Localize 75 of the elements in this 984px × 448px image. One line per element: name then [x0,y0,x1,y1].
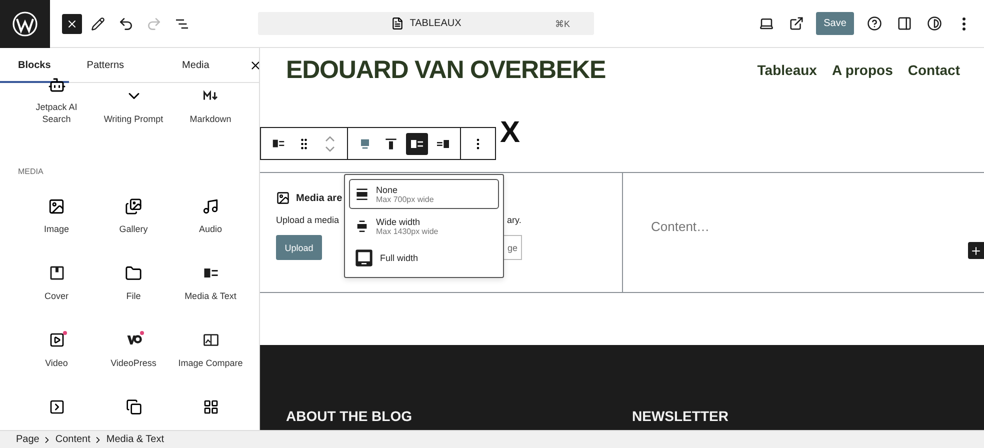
block-item[interactable] [124,196,144,216]
cover-icon [48,264,66,282]
document-icon [390,17,404,30]
help-icon [866,16,882,31]
nav-link[interactable]: Tableaux [757,62,817,78]
align-button[interactable] [406,132,428,154]
wordpress-logo-icon [12,10,38,36]
close-button[interactable] [62,14,82,34]
sidebar-tab[interactable]: Blocks [0,48,69,82]
block-label[interactable]: Video [20,357,92,369]
pages-icon [126,399,142,415]
block-label[interactable]: Jetpack AI Search [20,101,92,125]
footer-heading: ABOUT THE BLOG [286,408,413,424]
image-compare-icon [202,331,220,349]
align-top-icon [383,136,399,152]
block-label[interactable]: Writing Prompt [98,113,170,125]
menu-item[interactable]: None Max 700px wide [349,179,499,209]
image-icon [276,191,290,205]
breadcrumb-link[interactable]: Page [16,434,40,445]
full-width-icon [354,248,374,268]
upload-instructions: ary. [507,215,522,225]
contrast-icon [926,16,942,31]
plus-icon [970,244,982,256]
block-label[interactable]: Cover [20,290,92,302]
block-label[interactable]: Audio [174,223,246,235]
save-button[interactable]: Save [816,12,854,35]
sidebar-tab[interactable]: Media [164,48,228,82]
media-area-label: Media are [296,192,342,204]
command-bar[interactable]: TABLEAUX ⌘K [258,12,594,35]
width-none-icon [354,186,370,202]
robot-icon [48,76,66,94]
block-item[interactable] [46,76,66,94]
image-icon [48,198,65,214]
close-icon [249,58,259,72]
laptop-icon [758,16,774,31]
block-item[interactable] [124,397,144,417]
add-block-button[interactable] [968,242,984,259]
block-label[interactable]: VideoPress [98,357,170,369]
shortcut-hint: ⌘K [554,18,570,28]
close-icon [66,18,78,30]
block-label[interactable]: Gallery [98,223,170,235]
block-label[interactable]: Image Compare [174,357,246,369]
up-down-icon [324,134,336,154]
note-icon [202,198,219,214]
video-icon [48,332,64,348]
grid-icon [202,399,218,415]
nav-link[interactable]: Contact [908,62,960,78]
upload-button[interactable]: Upload [276,235,322,260]
panel-icon [896,16,912,31]
section-heading: MEDIA [18,167,44,176]
logo-button[interactable] [0,0,50,48]
content-placeholder[interactable]: Content… [651,219,710,234]
breadcrumb-link[interactable]: Media & Text [106,434,164,445]
gallery-icon [125,198,142,214]
site-title: EDOUARD VAN OVERBEKE [286,56,606,84]
more-icon [962,16,966,30]
folder-icon [125,264,142,282]
close-button[interactable] [249,58,259,72]
redo-icon [146,16,162,32]
slideshow-icon [48,399,64,415]
external-link-icon [788,16,804,31]
nav-link[interactable]: A propos [832,62,893,78]
page-heading: X [500,118,520,148]
pencil-icon [91,16,105,30]
upload-instructions: Upload a media [276,215,340,225]
block-label[interactable]: Media & Text [174,290,246,302]
breadcrumb-link[interactable]: Content [55,434,90,445]
block-label[interactable]: Image [20,223,92,235]
block-label[interactable]: Markdown [174,113,246,125]
media-library-button[interactable]: ge [504,235,522,260]
sidebar-tab[interactable]: Patterns [68,48,142,82]
document-title: TABLEAUX [410,18,462,29]
block-label[interactable]: File [98,290,170,302]
undo-icon [118,16,134,32]
footer-heading: NEWSLETTER [632,408,730,424]
